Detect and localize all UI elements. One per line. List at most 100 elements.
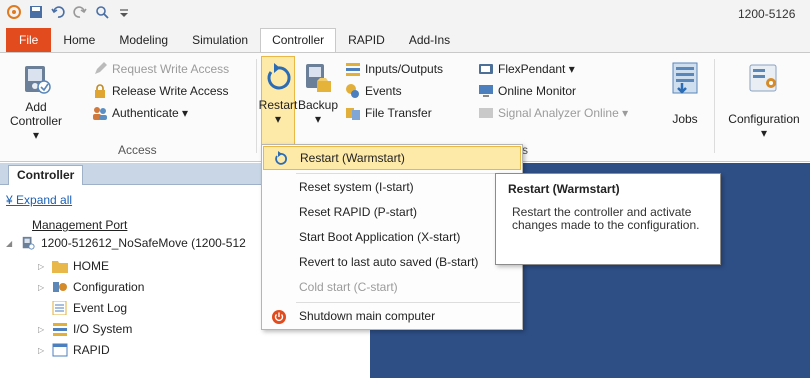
tree-item-event-log[interactable]: Event Log — [52, 301, 127, 315]
jobs-label: Jobs — [672, 112, 698, 126]
collapsed-triangle-icon[interactable]: ▷ — [38, 325, 47, 334]
tree-item-label: HOME — [73, 259, 109, 273]
tree-item-label: Configuration — [73, 280, 145, 294]
tree-item-label: Event Log — [73, 301, 128, 315]
backup-icon — [306, 64, 331, 92]
flexpendant-label: FlexPendant ▾ — [498, 62, 575, 76]
menu-item-reset-rapid[interactable]: Reset RAPID (P-start) — [263, 201, 521, 225]
menu-item-shutdown[interactable]: Shutdown main computer — [263, 305, 521, 329]
ribbon-separator — [714, 59, 715, 153]
tab-controller[interactable]: Controller — [260, 28, 337, 52]
configuration-icon — [749, 64, 777, 92]
menu-item-label: Reset system (I-start) — [299, 180, 414, 194]
request-write-access-label: Request Write Access — [112, 62, 230, 76]
configuration-label: Configuration — [728, 112, 800, 126]
io-icon — [53, 323, 67, 336]
collapsed-triangle-icon[interactable]: ▷ — [38, 283, 47, 292]
tab-simulation[interactable]: Simulation — [180, 28, 260, 52]
signal-analyzer-button[interactable]: Signal Analyzer Online ▾ — [478, 105, 628, 121]
menu-item-label: Revert to last auto saved (B-start) — [299, 255, 479, 269]
tab-modeling[interactable]: Modeling — [107, 28, 180, 52]
tooltip-body: Restart the controller and activate chan… — [512, 205, 700, 232]
add-controller-label-1: Add — [25, 100, 47, 114]
release-write-access-button[interactable]: Release Write Access — [92, 83, 229, 99]
menu-item-start-boot-application[interactable]: Start Boot Application (X-start) — [263, 226, 521, 250]
flexpendant-button[interactable]: FlexPendant ▾ — [478, 61, 575, 77]
tree-item-home[interactable]: ▷ HOME — [38, 259, 109, 273]
events-icon — [346, 84, 359, 98]
app-icon[interactable] — [6, 4, 22, 20]
restart-arrow: ▾ — [274, 112, 282, 126]
events-label: Events — [365, 84, 402, 98]
configuration-button[interactable]: Configuration ▾ — [718, 61, 810, 140]
signal-analyzer-icon — [479, 108, 493, 118]
event-log-icon — [52, 301, 67, 315]
redo-icon[interactable] — [72, 4, 88, 20]
tooltip-title: Restart (Warmstart) — [508, 182, 620, 196]
tab-rapid[interactable]: RAPID — [336, 28, 397, 52]
access-group-label: Access — [118, 143, 157, 157]
inputs-outputs-label: Inputs/Outputs — [365, 62, 444, 76]
menu-separator — [296, 173, 520, 174]
expanded-triangle-icon[interactable]: ◢ — [6, 239, 15, 248]
menu-item-label: Restart (Warmstart) — [300, 151, 405, 165]
restart-button[interactable]: Restart ▾ — [258, 61, 298, 126]
file-transfer-button[interactable]: File Transfer — [345, 105, 432, 121]
authenticate-label: Authenticate ▾ — [112, 106, 189, 120]
save-icon[interactable] — [28, 4, 44, 20]
online-monitor-button[interactable]: Online Monitor — [478, 83, 576, 99]
authenticate-button[interactable]: Authenticate ▾ — [92, 105, 188, 121]
ribbon-tabs: File Home Modeling Simulation Controller… — [0, 28, 810, 52]
request-write-access-button[interactable]: Request Write Access — [92, 61, 229, 77]
window-title: 1200-5126 — [738, 7, 796, 21]
release-write-access-label: Release Write Access — [112, 84, 229, 98]
file-transfer-icon — [346, 108, 360, 120]
menu-item-cold-start[interactable]: Cold start (C-start) — [263, 276, 521, 300]
restart-tooltip: Restart (Warmstart) Restart the controll… — [495, 173, 721, 265]
restart-menu: Restart (Warmstart) Reset system (I-star… — [261, 144, 523, 330]
tree-item-controller[interactable]: ◢ 1200-512612_NoSafeMove (1200-512 — [6, 236, 246, 250]
backup-button[interactable]: Backup ▾ — [298, 61, 338, 126]
menu-item-label: Cold start (C-start) — [299, 280, 398, 294]
tab-file[interactable]: File — [6, 28, 52, 52]
tab-home[interactable]: Home — [51, 28, 107, 52]
ribbon-separator — [256, 59, 257, 153]
lock-icon — [95, 84, 105, 98]
configuration-arrow: ▾ — [760, 126, 768, 140]
jobs-button[interactable]: Jobs — [662, 61, 708, 126]
collapsed-triangle-icon[interactable]: ▷ — [38, 262, 47, 271]
tree-item-io-system[interactable]: ▷ I/O System — [38, 322, 132, 336]
tree-item-label: I/O System — [73, 322, 133, 336]
inputs-outputs-button[interactable]: Inputs/Outputs — [345, 61, 443, 77]
menu-item-label: Reset RAPID (P-start) — [299, 205, 418, 219]
add-controller-label-2: Controller ▾ — [9, 114, 63, 142]
controller-icon — [25, 66, 51, 94]
online-monitor-label: Online Monitor — [498, 84, 577, 98]
flexpendant-icon — [479, 64, 493, 74]
management-port-label[interactable]: Management Port — [32, 218, 127, 232]
menu-item-revert-auto-saved[interactable]: Revert to last auto saved (B-start) — [263, 251, 521, 275]
file-transfer-label: File Transfer — [365, 106, 432, 120]
collapsed-triangle-icon[interactable]: ▷ — [38, 346, 47, 355]
expand-all-link[interactable]: ¥ Expand all — [6, 193, 72, 207]
add-controller-button[interactable]: Add Controller ▾ — [6, 63, 66, 142]
folder-icon — [52, 261, 68, 273]
restart-label: Restart — [258, 98, 298, 112]
menu-separator — [296, 302, 520, 303]
rapid-icon — [52, 343, 68, 357]
jobs-icon — [672, 62, 698, 94]
menu-item-restart-warmstart[interactable]: Restart (Warmstart) — [263, 146, 521, 170]
backup-label: Backup — [297, 98, 339, 112]
users-icon — [93, 107, 107, 120]
tab-add-ins[interactable]: Add-Ins — [397, 28, 462, 52]
tree-item-rapid[interactable]: ▷ RAPID — [38, 343, 110, 357]
menu-item-reset-system[interactable]: Reset system (I-start) — [263, 176, 521, 200]
tab-controller-panel[interactable]: Controller — [8, 165, 84, 185]
search-icon[interactable] — [94, 4, 110, 20]
customize-icon[interactable] — [116, 4, 132, 20]
menu-item-label: Shutdown main computer — [299, 309, 436, 323]
quick-access-toolbar — [6, 4, 132, 20]
undo-icon[interactable] — [50, 4, 66, 20]
tree-item-configuration[interactable]: ▷ Configuration — [38, 280, 144, 294]
events-button[interactable]: Events — [345, 83, 402, 99]
